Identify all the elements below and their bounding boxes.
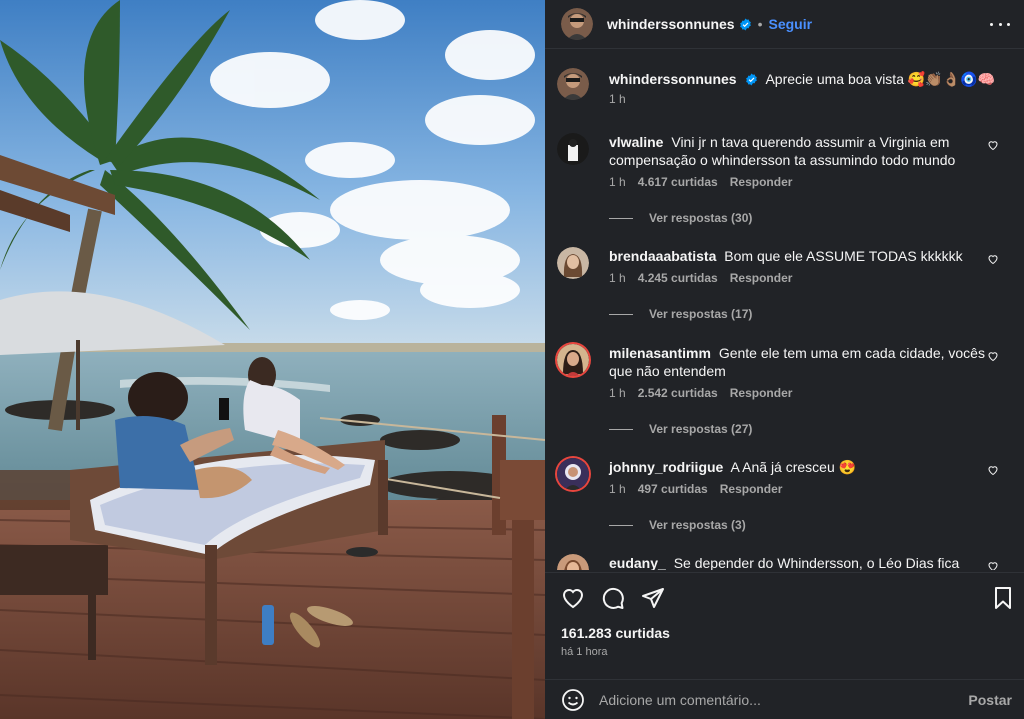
comment-avatar[interactable]: [557, 344, 589, 376]
heart-icon[interactable]: [987, 464, 999, 476]
view-replies-label: Ver respostas (27): [649, 422, 753, 436]
view-replies-button[interactable]: Ver respostas (17): [609, 307, 997, 321]
comment-likes[interactable]: 497 curtidas: [638, 482, 708, 496]
caption-text: Aprecie uma boa vista 🥰👏🏽👌🏽🧿🧠: [765, 71, 996, 87]
reply-button[interactable]: Responder: [720, 482, 783, 496]
view-replies-button[interactable]: Ver respostas (3): [609, 518, 997, 532]
heart-icon[interactable]: [561, 586, 585, 610]
add-comment-bar: Postar: [545, 679, 1024, 719]
post-photo[interactable]: [0, 0, 545, 719]
comment-text: Se depender do Whindersson, o Léo Dias f…: [673, 555, 960, 570]
comment-likes[interactable]: 4.245 curtidas: [638, 271, 718, 285]
caption-avatar[interactable]: [557, 68, 589, 100]
commenter-avatar-image: [557, 133, 589, 165]
post-modal: whinderssonnunes • Seguir whinderssonnun…: [0, 0, 1024, 719]
comment-item: milenasantimm Gente ele tem uma em cada …: [557, 344, 999, 436]
comment-time: 1 h: [609, 386, 626, 400]
comment-text: Bom que ele ASSUME TODAS kkkkkk: [724, 248, 963, 264]
comment-item: vlwaline Vini jr n tava querendo assumir…: [557, 133, 999, 225]
commenter-avatar-image: [557, 458, 589, 490]
post-panel: whinderssonnunes • Seguir whinderssonnun…: [545, 0, 1024, 719]
more-options-icon[interactable]: [990, 14, 1010, 34]
replies-line: [609, 428, 633, 430]
beach-deck-photo: [0, 0, 545, 719]
comment-username[interactable]: johnny_rodriigue: [609, 459, 723, 475]
commenter-avatar-image: [557, 344, 589, 376]
separator-dot: •: [757, 16, 763, 32]
reply-button[interactable]: Responder: [730, 271, 793, 285]
comment-likes[interactable]: 4.617 curtidas: [638, 175, 718, 189]
comment-username[interactable]: vlwaline: [609, 134, 663, 150]
view-replies-button[interactable]: Ver respostas (30): [609, 211, 997, 225]
comment-icon[interactable]: [601, 586, 625, 610]
likes-count[interactable]: 161.283 curtidas: [561, 625, 670, 641]
comment-time: 1 h: [609, 482, 626, 496]
view-replies-button[interactable]: Ver respostas (27): [609, 422, 997, 436]
post-time[interactable]: há 1 hora: [561, 646, 607, 658]
heart-icon[interactable]: [987, 560, 999, 570]
heart-icon[interactable]: [987, 350, 999, 362]
comment-username[interactable]: milenasantimm: [609, 345, 711, 361]
comments-list[interactable]: whinderssonnunes Aprecie uma boa vista 🥰…: [545, 56, 1024, 570]
caption: whinderssonnunes Aprecie uma boa vista 🥰…: [557, 68, 997, 106]
replies-line: [609, 524, 633, 526]
emoji-icon[interactable]: [561, 688, 585, 712]
comment-username[interactable]: brendaaabatista: [609, 248, 716, 264]
header-divider: [545, 48, 1024, 49]
heart-icon[interactable]: [987, 139, 999, 151]
commenter-avatar-image: [557, 247, 589, 279]
commenter-avatar-image: [557, 554, 589, 570]
author-username[interactable]: whinderssonnunes: [607, 16, 735, 32]
caption-username[interactable]: whinderssonnunes: [609, 71, 737, 87]
share-icon[interactable]: [641, 586, 665, 610]
view-replies-label: Ver respostas (17): [649, 307, 753, 321]
comment-item: johnny_rodriigue A Anã já cresceu 😍 1 h …: [557, 458, 999, 532]
bookmark-icon[interactable]: [991, 586, 1015, 610]
caption-avatar-image: [557, 68, 589, 100]
follow-button[interactable]: Seguir: [768, 16, 812, 32]
comment-avatar[interactable]: [557, 458, 589, 490]
comment-item: eudany_ Se depender do Whindersson, o Lé…: [557, 554, 999, 570]
author-avatar[interactable]: [561, 8, 593, 40]
verified-badge-icon: [739, 18, 751, 30]
verified-badge-icon: [745, 73, 757, 86]
view-replies-label: Ver respostas (30): [649, 211, 753, 225]
post-button[interactable]: Postar: [968, 692, 1012, 708]
actions-divider: [545, 572, 1024, 573]
replies-line: [609, 313, 633, 315]
replies-line: [609, 217, 633, 219]
comment-avatar[interactable]: [557, 247, 589, 279]
comment-likes[interactable]: 2.542 curtidas: [638, 386, 718, 400]
reply-button[interactable]: Responder: [730, 175, 793, 189]
comment-avatar[interactable]: [557, 554, 589, 570]
comment-username[interactable]: eudany_: [609, 555, 666, 570]
comment-input[interactable]: [599, 691, 939, 708]
caption-time: 1 h: [609, 92, 626, 106]
comment-text: A Anã já cresceu 😍: [730, 459, 857, 475]
view-replies-label: Ver respostas (3): [649, 518, 746, 532]
post-header: whinderssonnunes • Seguir: [545, 0, 1024, 48]
action-bar: [545, 578, 1024, 618]
heart-icon[interactable]: [987, 253, 999, 265]
author-avatar-image: [561, 8, 593, 40]
comment-item: brendaaabatista Bom que ele ASSUME TODAS…: [557, 247, 999, 321]
comment-time: 1 h: [609, 271, 626, 285]
reply-button[interactable]: Responder: [730, 386, 793, 400]
comment-avatar[interactable]: [557, 133, 589, 165]
comment-time: 1 h: [609, 175, 626, 189]
